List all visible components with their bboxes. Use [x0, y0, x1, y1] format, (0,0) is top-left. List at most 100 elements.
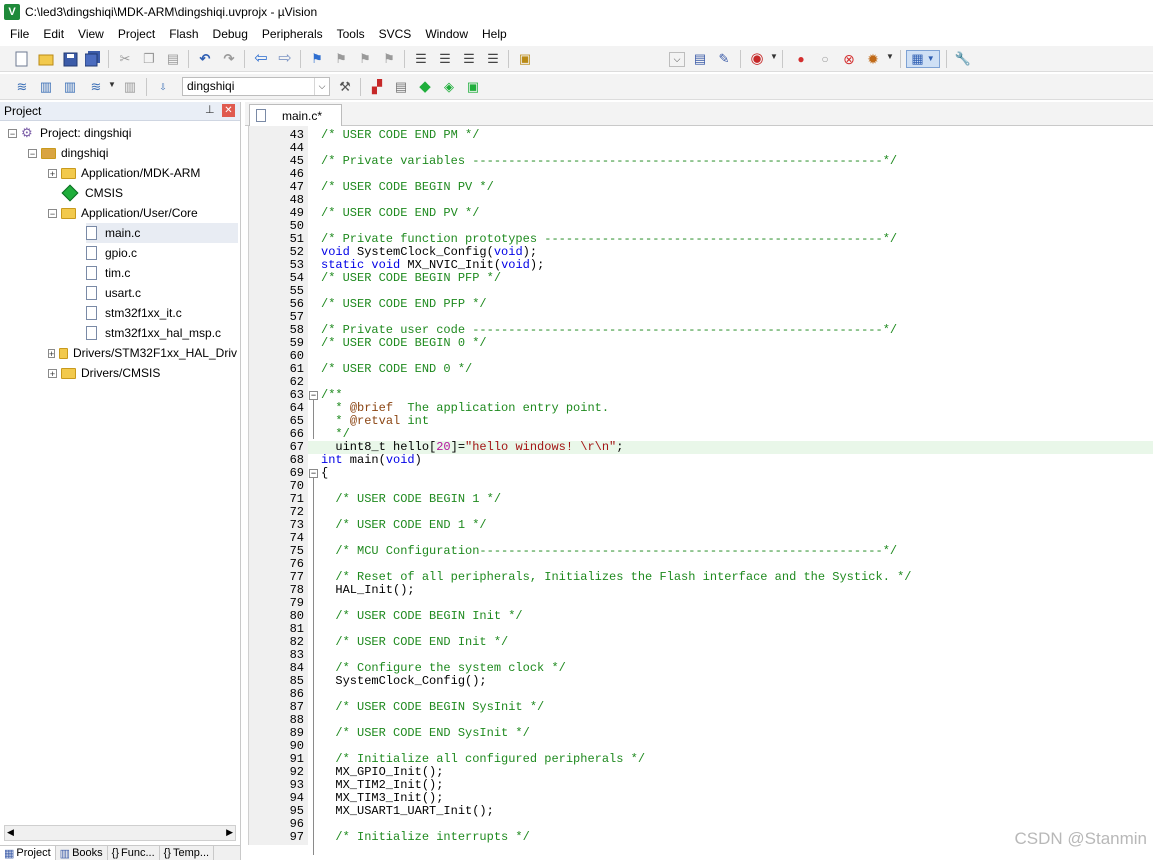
code-line[interactable]: /* USER CODE END Init */ [321, 636, 508, 649]
menu-window[interactable]: Window [418, 27, 475, 41]
collapse-icon[interactable]: − [8, 128, 17, 138]
pin-icon[interactable]: ⊥ [205, 103, 215, 116]
code-line[interactable]: /* USER CODE END 1 */ [321, 519, 486, 532]
menu-debug[interactable]: Debug [206, 27, 255, 41]
copy-icon[interactable]: ❐ [140, 50, 158, 68]
fold-toggle-icon[interactable]: − [309, 391, 318, 400]
target-options-icon[interactable]: ⚒ [336, 78, 354, 96]
chevron-down-icon[interactable]: ▼ [108, 80, 116, 89]
comment-selection-icon[interactable]: ☰ [460, 50, 478, 68]
code-line[interactable]: HAL_Init(); [321, 584, 414, 597]
window-layout-icon[interactable]: ▦ ▼ [906, 50, 940, 68]
chevron-down-icon[interactable]: ▼ [770, 52, 778, 61]
scroll-left-icon[interactable]: ◀ [7, 827, 14, 838]
code-line[interactable]: /* Private variables -------------------… [321, 155, 897, 168]
tab-books[interactable]: ▥ Books [56, 846, 108, 860]
chevron-down-icon[interactable]: ⌵ [314, 78, 329, 95]
menu-file[interactable]: File [3, 27, 36, 41]
tree-group-drivers-cmsis[interactable]: + Drivers/CMSIS [48, 363, 160, 383]
tab-project[interactable]: ▦ Project [0, 846, 56, 860]
tree-file-main-c[interactable]: main.c [86, 223, 238, 243]
disable-all-breakpoints-icon[interactable]: ⊗ [840, 50, 858, 68]
uncomment-selection-icon[interactable]: ☰ [484, 50, 502, 68]
tab-templates[interactable]: {} Temp... [160, 846, 215, 860]
save-all-icon[interactable] [84, 50, 102, 68]
code-line[interactable]: SystemClock_Config(); [321, 675, 486, 688]
menu-flash[interactable]: Flash [162, 27, 205, 41]
code-line[interactable]: /* Initialize interrupts */ [321, 831, 529, 844]
tree-target[interactable]: − dingshiqi [28, 143, 108, 163]
code-line[interactable]: /* USER CODE END 0 */ [321, 363, 472, 376]
tree-group-application-user-core[interactable]: − Application/User/Core [48, 203, 198, 223]
rebuild-icon[interactable]: ▥ [61, 78, 79, 96]
menu-peripherals[interactable]: Peripherals [255, 27, 330, 41]
clear-bookmarks-icon[interactable]: ⚑ [380, 50, 398, 68]
chevron-down-icon[interactable]: ▼ [886, 52, 894, 61]
undo-icon[interactable]: ↶ [196, 50, 214, 68]
tree-group-cmsis[interactable]: CMSIS [61, 183, 123, 203]
translate-icon[interactable]: ≋ [13, 78, 31, 96]
manage-rte-icon[interactable]: ◆ [416, 78, 434, 96]
configure-icon[interactable]: 🔧 [954, 50, 972, 68]
code-line[interactable]: /* USER CODE END PM */ [321, 129, 479, 142]
tree-group-drivers-hal[interactable]: + Drivers/STM32F1xx_HAL_Driv [48, 343, 237, 363]
expand-icon[interactable]: + [48, 368, 57, 378]
redo-icon[interactable]: ↷ [220, 50, 238, 68]
navigate-back-icon[interactable]: ⇦ [252, 50, 270, 68]
find-icon[interactable]: ▤ [691, 50, 709, 68]
tab-main-c[interactable]: main.c* [249, 104, 342, 126]
stop-build-icon[interactable]: ▥ [121, 78, 139, 96]
unindent-icon[interactable]: ☰ [436, 50, 454, 68]
menu-project[interactable]: Project [111, 27, 162, 41]
paste-icon[interactable]: ▤ [164, 50, 182, 68]
menu-view[interactable]: View [71, 27, 111, 41]
close-icon[interactable]: ✕ [222, 104, 235, 117]
manage-project-items-icon[interactable]: ▞ [368, 78, 386, 96]
tree-root-project[interactable]: − ⚙ Project: dingshiqi [8, 123, 131, 143]
code-line[interactable]: int main(void) [321, 454, 422, 467]
next-bookmark-icon[interactable]: ⚑ [356, 50, 374, 68]
code-line[interactable]: /* USER CODE BEGIN 0 */ [321, 337, 487, 350]
indent-icon[interactable]: ☰ [412, 50, 430, 68]
batch-build-icon[interactable]: ≋ [87, 78, 105, 96]
find-combo[interactable]: ⌵ [532, 49, 686, 68]
code-line[interactable]: /* USER CODE BEGIN PV */ [321, 181, 494, 194]
tree-file-tim-c[interactable]: tim.c [86, 263, 130, 283]
incremental-find-icon[interactable]: ✎ [715, 50, 733, 68]
tree-file-stm32f1xx-hal-msp-c[interactable]: stm32f1xx_hal_msp.c [86, 323, 221, 343]
code-line[interactable]: /* USER CODE BEGIN SysInit */ [321, 701, 544, 714]
code-line[interactable]: /* MCU Configuration--------------------… [321, 545, 897, 558]
enable-breakpoint-icon[interactable]: ○ [816, 50, 834, 68]
previous-bookmark-icon[interactable]: ⚑ [332, 50, 350, 68]
code-line[interactable]: /* USER CODE END PFP */ [321, 298, 487, 311]
tree-file-usart-c[interactable]: usart.c [86, 283, 141, 303]
software-packs-icon[interactable]: ▣ [464, 78, 482, 96]
cut-icon[interactable]: ✂ [116, 50, 134, 68]
build-icon[interactable]: ▥ [37, 78, 55, 96]
menu-help[interactable]: Help [475, 27, 514, 41]
tree-file-stm32f1xx-it-c[interactable]: stm32f1xx_it.c [86, 303, 182, 323]
expand-icon[interactable]: + [48, 168, 57, 178]
target-select[interactable]: dingshiqi ⌵ [182, 77, 330, 96]
tree-file-gpio-c[interactable]: gpio.c [86, 243, 137, 263]
insert-bookmark-icon[interactable]: ⚑ [308, 50, 326, 68]
scroll-right-icon[interactable]: ▶ [226, 827, 233, 838]
menu-edit[interactable]: Edit [36, 27, 71, 41]
code-line[interactable]: /* USER CODE END PV */ [321, 207, 479, 220]
menu-tools[interactable]: Tools [330, 27, 372, 41]
load-download-icon[interactable]: ⇩ [154, 78, 172, 96]
navigate-forward-icon[interactable]: ⇨ [276, 50, 294, 68]
code-line[interactable]: /* USER CODE BEGIN PFP */ [321, 272, 501, 285]
collapse-icon[interactable]: − [48, 208, 57, 218]
open-file-icon[interactable] [37, 50, 55, 68]
pack-installer-icon[interactable]: ◈ [440, 78, 458, 96]
menu-svcs[interactable]: SVCS [372, 27, 419, 41]
kill-all-breakpoints-icon[interactable]: ✹ [864, 50, 882, 68]
code-line[interactable]: /* USER CODE END SysInit */ [321, 727, 529, 740]
insert-breakpoint-icon[interactable]: ● [792, 50, 810, 68]
fold-toggle-icon[interactable]: − [309, 469, 318, 478]
new-file-icon[interactable] [13, 50, 31, 68]
tree-group-application-mdk-arm[interactable]: + Application/MDK-ARM [48, 163, 200, 183]
tab-functions[interactable]: {} Func... [108, 846, 160, 860]
collapse-icon[interactable]: − [28, 148, 37, 158]
